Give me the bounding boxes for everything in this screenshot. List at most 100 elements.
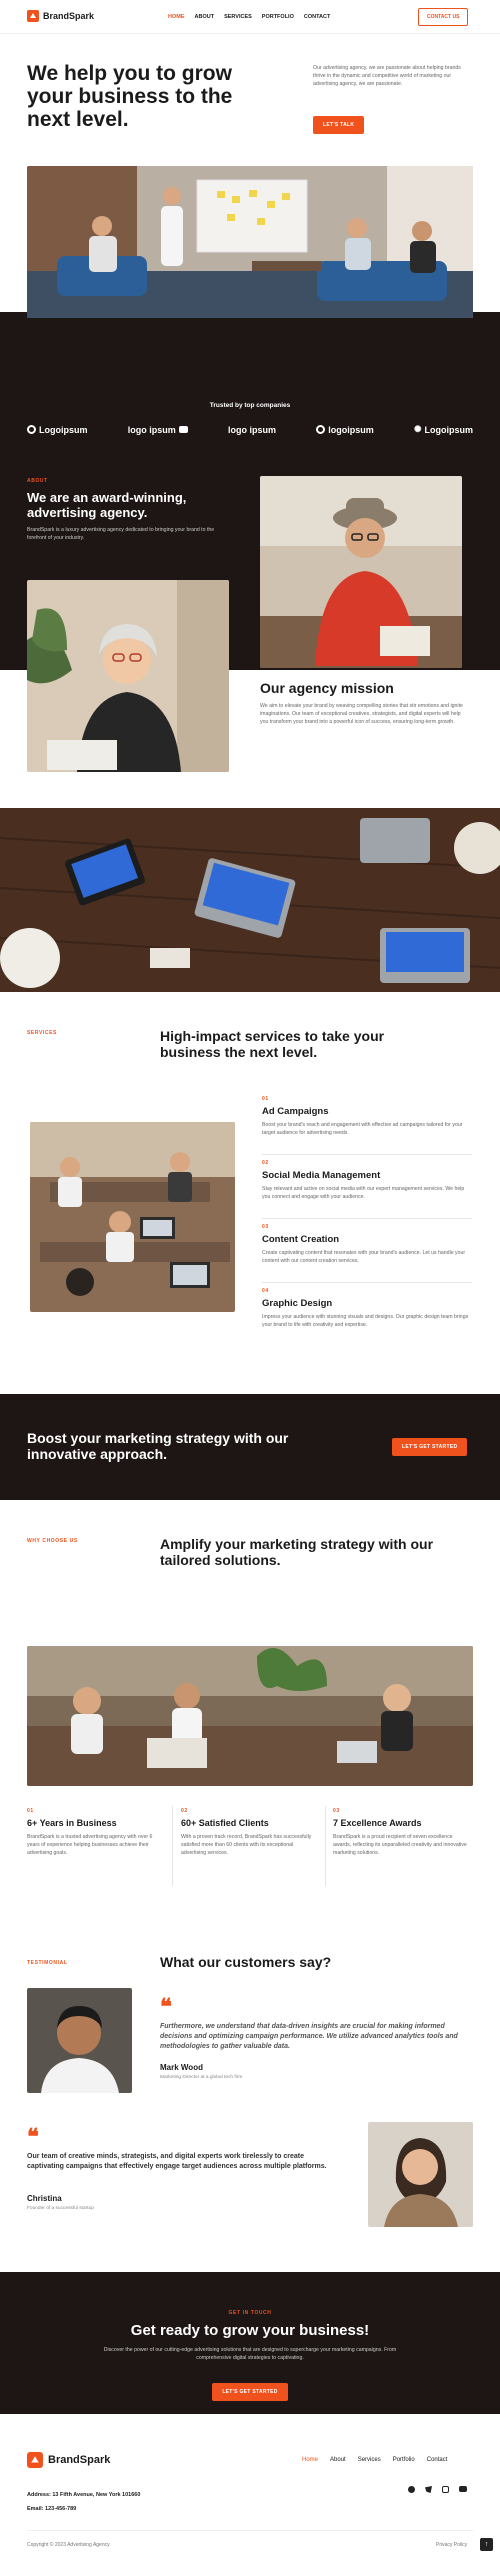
hero-section: We help you to grow your business to the… (0, 34, 500, 174)
partner-logo-4: logoipsum (316, 424, 374, 435)
testimonial-avatar-mark (27, 1988, 132, 2093)
top-navbar: BrandSpark HOME ABOUT SERVICES PORTFOLIO… (0, 0, 500, 34)
instagram-icon[interactable] (442, 2486, 449, 2493)
why-item-1: 01 6+ Years in Business BrandSpark is a … (27, 1808, 165, 1857)
why-section: WHY CHOOSE US Amplify your marketing str… (0, 1500, 500, 1900)
hero-text: Our advertising agency, we are passionat… (313, 65, 461, 87)
service-title: Graphic Design (262, 1298, 333, 1309)
why-meeting-image (27, 1646, 473, 1786)
partner-logo-icon (27, 425, 36, 434)
brand-logo[interactable]: BrandSpark (27, 10, 94, 22)
footer-privacy-link[interactable]: Privacy Policy (436, 2542, 467, 2548)
contact-us-button[interactable]: CONTACT US (418, 8, 469, 26)
facebook-icon[interactable] (408, 2486, 415, 2493)
service-item-2[interactable]: 02 Social Media Management Stay relevant… (262, 1160, 472, 1201)
quote-icon: ❝ (160, 1994, 172, 2020)
service-text: Boost your brand's reach and engagement … (262, 1122, 463, 1136)
footer-brand[interactable]: BrandSpark (27, 2452, 110, 2468)
why-item-title: 60+ Satisfied Clients (181, 1818, 269, 1828)
why-tag: WHY CHOOSE US (27, 1538, 78, 1544)
why-item-text: BrandSpark is a proud recipient of seven… (333, 1834, 467, 1856)
service-text: Create captivating content that resonate… (262, 1250, 466, 1264)
service-text: Impress your audience with stunning visu… (262, 1314, 469, 1328)
nav-link-contact[interactable]: CONTACT (304, 14, 330, 20)
partner-logo-icon: ✺ (413, 424, 422, 434)
contact-section: GET IN TOUCH Get ready to grow your busi… (0, 2272, 500, 2414)
testimonial-role-2: Founder of a successful startup (27, 2206, 94, 2211)
cta-band-title: Boost your marketing strategy with our i… (27, 1430, 289, 1462)
footer-link-contact[interactable]: Contact (427, 2457, 448, 2463)
footer-link-about[interactable]: About (330, 2457, 346, 2463)
scroll-top-icon[interactable]: ↑ (480, 2538, 493, 2551)
services-title: High-impact services to take your busine… (160, 1028, 385, 1060)
why-item-title: 6+ Years in Business (27, 1818, 117, 1828)
footer-link-home[interactable]: Home (302, 2457, 318, 2463)
service-title: Social Media Management (262, 1170, 381, 1181)
testimonial-name-2: Christina (27, 2194, 62, 2203)
testimonial-quote-2: Our team of creative minds, strategists,… (27, 2153, 327, 2170)
about-tag: ABOUT (27, 478, 48, 484)
testimonial-title: What our customers say? (160, 1954, 332, 1970)
service-item-4[interactable]: 04 Graphic Design Impress your audience … (262, 1288, 472, 1329)
why-title: Amplify your marketing strategy with our… (160, 1536, 434, 1568)
nav-link-portfolio[interactable]: PORTFOLIO (262, 14, 294, 20)
trusted-title: Trusted by top companies (209, 402, 291, 409)
cta-band-button[interactable]: LET'S GET STARTED (392, 1438, 468, 1456)
partner-logo-1: Logoipsum (27, 424, 88, 435)
why-item-text: BrandSpark is a trusted advertising agen… (27, 1834, 153, 1856)
mission-man-image (260, 476, 462, 668)
service-title: Content Creation (262, 1234, 340, 1245)
service-item-1[interactable]: 01 Ad Campaigns Boost your brand's reach… (262, 1096, 472, 1137)
hero-title: We help you to grow your business to the… (27, 62, 233, 131)
why-item-3: 03 7 Excellence Awards BrandSpark is a p… (333, 1808, 471, 1857)
service-title: Ad Campaigns (262, 1106, 329, 1117)
footer-address: Address: 13 Fifth Avenue, New York 10166… (27, 2492, 141, 2498)
nav-link-home[interactable]: HOME (168, 14, 185, 20)
mission-title: Our agency mission (260, 680, 394, 696)
about-title: We are an award-winning, advertising age… (27, 490, 187, 520)
partner-logo-3: logo ipsum (227, 424, 276, 435)
twitter-icon[interactable] (425, 2486, 432, 2493)
footer-link-portfolio[interactable]: Portfolio (393, 2457, 415, 2463)
youtube-icon[interactable] (459, 2486, 467, 2492)
mission-text: We aim to elevate your brand by weaving … (260, 703, 463, 725)
partner-logo-5: ✺ Logoipsum (413, 424, 473, 435)
testimonial-role-1: Marketing Director at a global tech firm (160, 2075, 243, 2080)
partner-logo-icon (178, 426, 188, 433)
footer: BrandSpark Home About Services Portfolio… (0, 2414, 500, 2560)
footer-copyright: Copyright © 2023 Advertising Agency (27, 2542, 110, 2548)
testimonial-avatar-christina (368, 2122, 473, 2227)
why-item-title: 7 Excellence Awards (333, 1818, 422, 1828)
testimonial-quote-1: Furthermore, we understand that data-dri… (160, 2023, 458, 2050)
about-text: BrandSpark is a luxury advertising agenc… (27, 527, 215, 541)
partner-logo-2: logo ipsum (128, 424, 188, 435)
service-item-3[interactable]: 03 Content Creation Create captivating c… (262, 1224, 472, 1265)
footer-email: Email: 123-456-789 (27, 2506, 77, 2512)
testimonial-name-1: Mark Wood (160, 2063, 203, 2072)
brand-name: BrandSpark (43, 11, 95, 21)
contact-tag: GET IN TOUCH (228, 2310, 272, 2316)
contact-text: Discover the power of our cutting-edge a… (103, 2347, 397, 2361)
nav-link-services[interactable]: SERVICES (224, 14, 252, 20)
footer-link-services[interactable]: Services (358, 2457, 381, 2463)
services-office-image (30, 1122, 235, 1312)
lets-talk-button[interactable]: LET'S TALK (313, 116, 365, 134)
contact-cta-button[interactable]: LET'S GET STARTED (212, 2383, 288, 2401)
quote-icon: ❝ (27, 2124, 39, 2150)
nav-link-about[interactable]: ABOUT (195, 14, 215, 20)
hero-team-image (27, 166, 473, 318)
cta-band: Boost your marketing strategy with our i… (0, 1394, 500, 1500)
partner-logo-icon (316, 425, 326, 434)
testimonials-section: TESTIMONIAL What our customers say? ❝ Fu… (0, 1900, 500, 2270)
about-woman-image (27, 580, 229, 772)
services-section: SERVICES High-impact services to take yo… (0, 1000, 500, 1380)
brand-logo-icon (27, 2452, 43, 2468)
brand-logo-icon (27, 10, 39, 22)
trusted-section: Trusted by top companies Logoipsum logo … (0, 312, 500, 462)
why-item-2: 02 60+ Satisfied Clients With a proven t… (181, 1808, 319, 1857)
why-item-text: With a proven track record, BrandSpark h… (181, 1834, 312, 1856)
services-tag: SERVICES (27, 1030, 57, 1036)
team-laptops-image (0, 808, 500, 992)
contact-title: Get ready to grow your business! (130, 2322, 370, 2339)
testimonial-tag: TESTIMONIAL (27, 1960, 68, 1966)
